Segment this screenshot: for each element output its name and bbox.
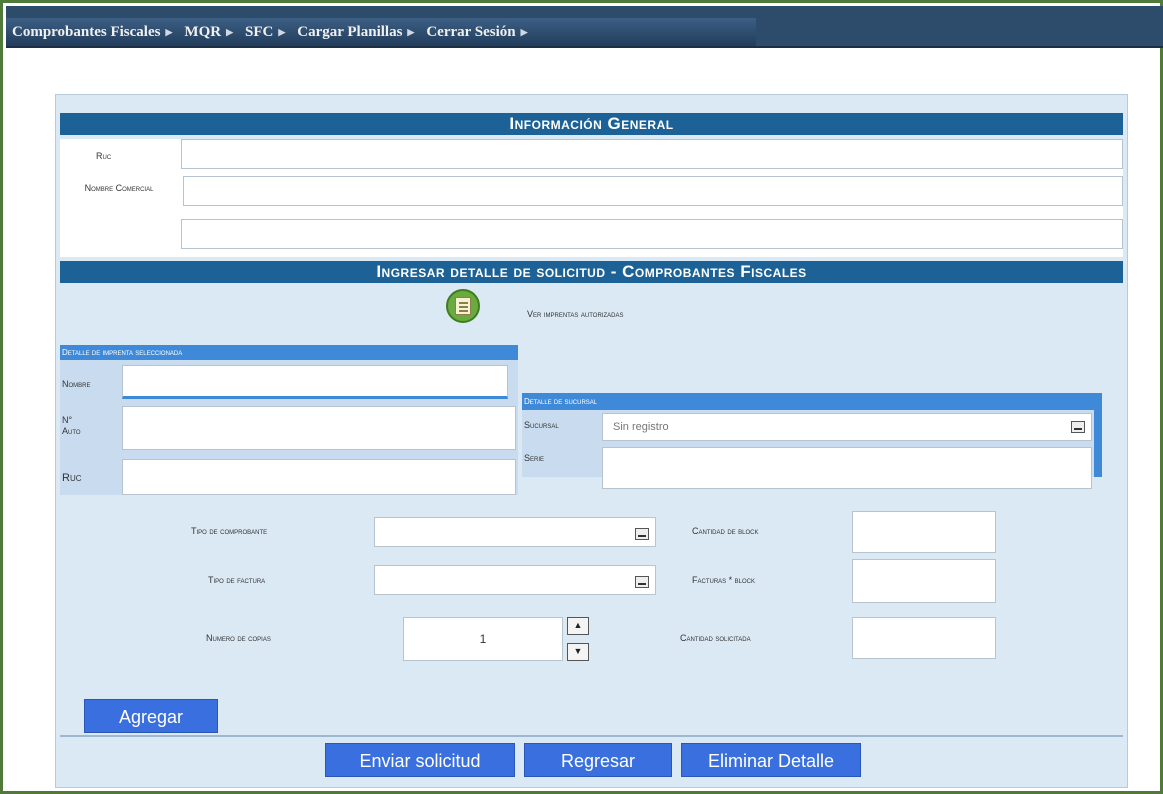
- nombre-comercial-extra-field[interactable]: [181, 219, 1123, 249]
- dropdown-icon[interactable]: [635, 576, 649, 588]
- nav-strip: Comprobantes Fiscales ▶ MQR ▶ SFC ▶ Carg…: [6, 18, 756, 46]
- tipo-comprobante-select[interactable]: [374, 517, 656, 547]
- top-navigation: Comprobantes Fiscales ▶ MQR ▶ SFC ▶ Carg…: [6, 6, 1163, 48]
- chevron-right-icon: ▶: [520, 26, 528, 37]
- form-container: Información General Ruc Nombre Comercial…: [55, 94, 1128, 788]
- numero-copias-field[interactable]: 1: [403, 617, 563, 661]
- imprenta-nombre-label: Nombre: [62, 379, 91, 389]
- nombre-comercial-field[interactable]: [183, 176, 1123, 206]
- tipo-factura-select[interactable]: [374, 565, 656, 595]
- chevron-right-icon: ▶: [407, 26, 415, 37]
- enviar-solicitud-button[interactable]: Enviar solicitud: [325, 743, 515, 777]
- imprenta-auto-field[interactable]: [122, 406, 516, 450]
- sucursal-select-value: Sin registro: [613, 421, 669, 433]
- dropdown-icon[interactable]: [1071, 421, 1085, 433]
- nav-item-label: Cargar Planillas: [297, 23, 403, 40]
- imprenta-ruc-label: Ruc: [62, 472, 82, 484]
- page-frame: Comprobantes Fiscales ▶ MQR ▶ SFC ▶ Carg…: [0, 0, 1163, 794]
- cantidad-solicitada-label: Cantidad solicitada: [680, 633, 751, 643]
- chevron-right-icon: ▶: [226, 26, 233, 37]
- nav-item-cargar-planillas[interactable]: Cargar Planillas ▶: [291, 24, 420, 41]
- nav-item-sfc[interactable]: SFC ▶: [239, 24, 291, 41]
- imprenta-panel: Detalle de imprenta seleccionada Nombre …: [60, 345, 518, 495]
- facturas-block-label: Facturas * block: [692, 575, 756, 585]
- nav-item-comprobantes[interactable]: Comprobantes Fiscales ▶: [6, 24, 178, 41]
- detalle-section-title: Ingresar detalle de solicitud - Comproba…: [60, 261, 1123, 283]
- serie-label: Serie: [524, 453, 545, 463]
- nav-item-label: Comprobantes Fiscales: [12, 23, 161, 40]
- serie-field[interactable]: [602, 447, 1092, 489]
- document-icon: [455, 297, 471, 315]
- nav-item-label: Cerrar Sesión: [426, 23, 516, 40]
- ver-imprentas-label[interactable]: Ver imprentas autorizadas: [527, 309, 623, 320]
- chevron-right-icon: ▶: [165, 26, 173, 37]
- sucursal-select[interactable]: Sin registro: [602, 413, 1092, 441]
- increment-button[interactable]: ▲: [567, 617, 589, 635]
- divider: [60, 735, 1123, 737]
- sucursal-panel: Detalle de sucursal Sucursal Sin registr…: [522, 393, 1102, 489]
- ruc-field[interactable]: [181, 139, 1123, 169]
- cantidad-block-field[interactable]: [852, 511, 996, 553]
- tipo-comprobante-label: Tipo de comprobante: [191, 526, 268, 536]
- sucursal-label: Sucursal: [524, 420, 559, 430]
- nav-item-cerrar-sesion[interactable]: Cerrar Sesión ▶: [420, 24, 533, 41]
- decrement-button[interactable]: ▼: [567, 643, 589, 661]
- imprenta-ruc-field[interactable]: [122, 459, 516, 495]
- chevron-right-icon: ▶: [278, 26, 286, 37]
- sucursal-panel-header: Detalle de sucursal: [522, 393, 1094, 410]
- nav-item-label: MQR: [184, 23, 222, 40]
- cantidad-block-label: Cantidad de block: [692, 526, 759, 536]
- imprenta-panel-header: Detalle de imprenta seleccionada: [60, 345, 518, 360]
- numero-copias-label: Numero de copias: [206, 633, 271, 643]
- general-section: Ruc Nombre Comercial: [60, 139, 1123, 257]
- facturas-block-field[interactable]: [852, 559, 996, 603]
- general-section-title: Información General: [60, 113, 1123, 135]
- regresar-button[interactable]: Regresar: [524, 743, 672, 777]
- ruc-label: Ruc: [96, 151, 112, 161]
- dropdown-icon[interactable]: [635, 528, 649, 540]
- imprenta-auto-label: N° Auto: [62, 415, 81, 436]
- nav-item-label: SFC: [245, 23, 274, 40]
- tipo-factura-label: Tipo de factura: [208, 575, 266, 585]
- cantidad-solicitada-field[interactable]: [852, 617, 996, 659]
- nav-item-mqr[interactable]: MQR ▶: [178, 24, 239, 41]
- agregar-button[interactable]: Agregar: [84, 699, 218, 733]
- imprenta-nombre-field[interactable]: [122, 365, 508, 399]
- ver-imprentas-button[interactable]: [446, 289, 480, 323]
- eliminar-detalle-button[interactable]: Eliminar Detalle: [681, 743, 861, 777]
- nombre-comercial-label: Nombre Comercial: [84, 183, 154, 193]
